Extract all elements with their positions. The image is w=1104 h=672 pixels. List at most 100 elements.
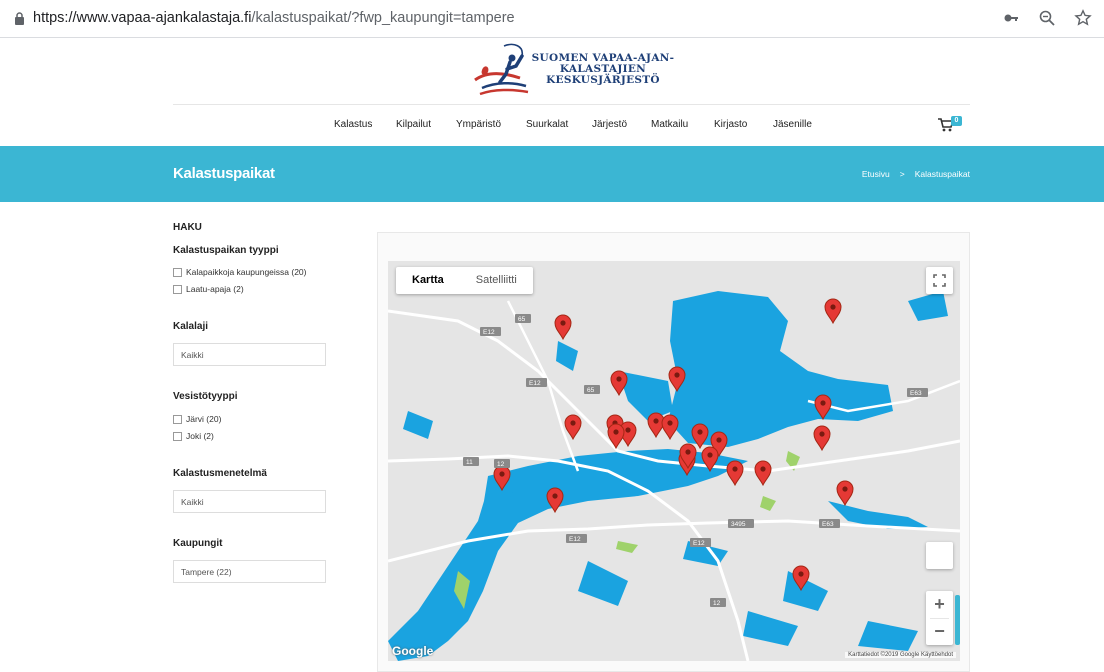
city-heading: Kaupungit [173, 538, 223, 549]
road-shield-label: 11 [466, 459, 473, 466]
road-shield-label: 65 [518, 316, 526, 323]
road-shield: E63 [819, 519, 840, 528]
road-shield: E12 [690, 538, 711, 547]
type-option-laatu-apaja[interactable]: Laatu-apaja (2) [173, 284, 244, 294]
zoom-in-button[interactable]: + [926, 591, 953, 618]
road-shield-label: 12 [497, 461, 505, 468]
fullscreen-button[interactable] [926, 267, 953, 294]
map-marker[interactable] [824, 298, 842, 325]
road-shield: E12 [526, 378, 547, 387]
checkbox[interactable] [173, 414, 182, 424]
zoom-icon[interactable] [1038, 9, 1056, 27]
nav-item-kilpailut[interactable]: Kilpailut [396, 119, 431, 130]
breadcrumb: Etusivu > Kalastuspaikat [862, 169, 970, 179]
search-heading: HAKU [173, 222, 202, 233]
nav-item-kalastus[interactable]: Kalastus [334, 119, 372, 130]
map-marker[interactable] [661, 414, 679, 441]
checkbox[interactable] [173, 284, 182, 294]
logo-line-3: KESKUSJÄRJESTÖ [546, 74, 660, 86]
page-title: Kalastuspaikat [173, 165, 275, 182]
map-type-control: Kartta Satelliitti [396, 267, 533, 294]
type-option-kaupungeissa[interactable]: Kalapaikkoja kaupungeissa (20) [173, 267, 307, 277]
header-divider [173, 104, 970, 105]
road-shield: 65 [584, 385, 600, 394]
city-select[interactable]: Tampere (22) [173, 560, 326, 583]
checkbox-label: Järvi (20) [186, 414, 222, 424]
zoom-separator [930, 618, 949, 619]
nav-item-ymparisto[interactable]: Ympäristö [456, 119, 501, 130]
nav-item-matkailu[interactable]: Matkailu [651, 119, 688, 130]
checkbox-label: Kalapaikkoja kaupungeissa (20) [186, 267, 307, 277]
cart-count-badge: 0 [951, 116, 962, 126]
water-option-jarvi[interactable]: Järvi (20) [173, 414, 221, 424]
road-shield-label: E12 [483, 329, 495, 336]
breadcrumb-current: Kalastuspaikat [914, 169, 970, 179]
road-shield-label: E12 [569, 536, 581, 543]
road-shield-label: 65 [587, 387, 595, 394]
checkbox-label: Joki (2) [186, 431, 214, 441]
url-field[interactable]: https://www.vapaa-ajankalastaja.fi/kalas… [33, 10, 515, 26]
lock-icon [15, 12, 24, 25]
map-marker[interactable] [564, 414, 582, 441]
logo-text[interactable]: SUOMEN VAPAA-AJAN- KALASTAJIEN KESKUSJÄR… [530, 53, 676, 86]
checkbox[interactable] [173, 431, 182, 441]
road-shield: 11 [463, 457, 479, 466]
road-shield-label: E63 [910, 390, 922, 397]
map-marker[interactable] [607, 423, 625, 450]
road-shield-label: E63 [822, 521, 834, 528]
zoom-out-button[interactable]: − [926, 618, 953, 645]
fullscreen-icon [933, 274, 946, 287]
map-marker[interactable] [792, 565, 810, 592]
map-marker[interactable] [668, 366, 686, 393]
road-shield-label: E12 [529, 380, 541, 387]
map-marker[interactable] [647, 412, 665, 439]
marker-layer: E12 65 E12 E63 65 11 12 3495 E63 E12 E12 12 [463, 298, 928, 607]
zoom-control: + − [926, 591, 953, 645]
road-shield: E12 [480, 327, 501, 336]
map-marker[interactable] [493, 465, 511, 492]
breadcrumb-home[interactable]: Etusivu [862, 169, 890, 179]
map-marker[interactable] [701, 446, 719, 473]
checkbox[interactable] [173, 267, 182, 277]
map-marker[interactable] [610, 370, 628, 397]
road-shield-label: E12 [693, 540, 705, 547]
water-heading: Vesistötyyppi [173, 391, 238, 402]
key-icon[interactable] [1002, 9, 1020, 27]
road-shield: 65 [515, 314, 531, 323]
nav-item-jarjesto[interactable]: Järjestö [592, 119, 627, 130]
map-marker[interactable] [554, 314, 572, 341]
map-marker[interactable] [754, 460, 772, 487]
method-select[interactable]: Kaikki [173, 490, 326, 513]
breadcrumb-separator: > [899, 169, 905, 179]
map-marker[interactable] [546, 487, 564, 514]
google-logo[interactable]: Google [392, 644, 433, 658]
star-icon[interactable] [1074, 9, 1092, 27]
url-path: /kalastuspaikat/?fwp_kaupungit=tampere [251, 10, 515, 26]
page-scrollbar[interactable] [955, 595, 960, 645]
road-shield: E12 [566, 534, 587, 543]
road-shield-label: 3495 [731, 521, 746, 528]
checkbox-label: Laatu-apaja (2) [186, 284, 244, 294]
species-select[interactable]: Kaikki [173, 343, 326, 366]
map-marker[interactable] [836, 480, 854, 507]
map-marker[interactable] [726, 460, 744, 487]
road-shield: 12 [494, 459, 510, 468]
map-marker[interactable] [691, 423, 709, 450]
map-type-map-button[interactable]: Kartta [396, 267, 460, 294]
nav-item-kirjasto[interactable]: Kirjasto [714, 119, 747, 130]
type-heading: Kalastuspaikan tyyppi [173, 245, 279, 256]
map-attribution[interactable]: Karttatiedot ©2019 Google Käyttöehdot [845, 652, 956, 658]
map-type-satellite-button[interactable]: Satelliitti [460, 267, 533, 294]
road-shield: 3495 [728, 519, 754, 528]
species-heading: Kalalaji [173, 321, 209, 332]
browser-address-bar: https://www.vapaa-ajankalastaja.fi/kalas… [0, 0, 1104, 38]
road-shield-label: 12 [713, 600, 721, 607]
url-host: https://www.vapaa-ajankalastaja.fi [33, 10, 252, 26]
nav-item-jasenille[interactable]: Jäsenille [773, 119, 812, 130]
map-marker[interactable] [813, 425, 831, 452]
nav-item-suurkalat[interactable]: Suurkalat [526, 119, 568, 130]
street-view-button[interactable] [926, 542, 953, 569]
water-option-joki[interactable]: Joki (2) [173, 431, 214, 441]
method-heading: Kalastusmenetelmä [173, 468, 267, 479]
map-marker[interactable] [814, 394, 832, 421]
